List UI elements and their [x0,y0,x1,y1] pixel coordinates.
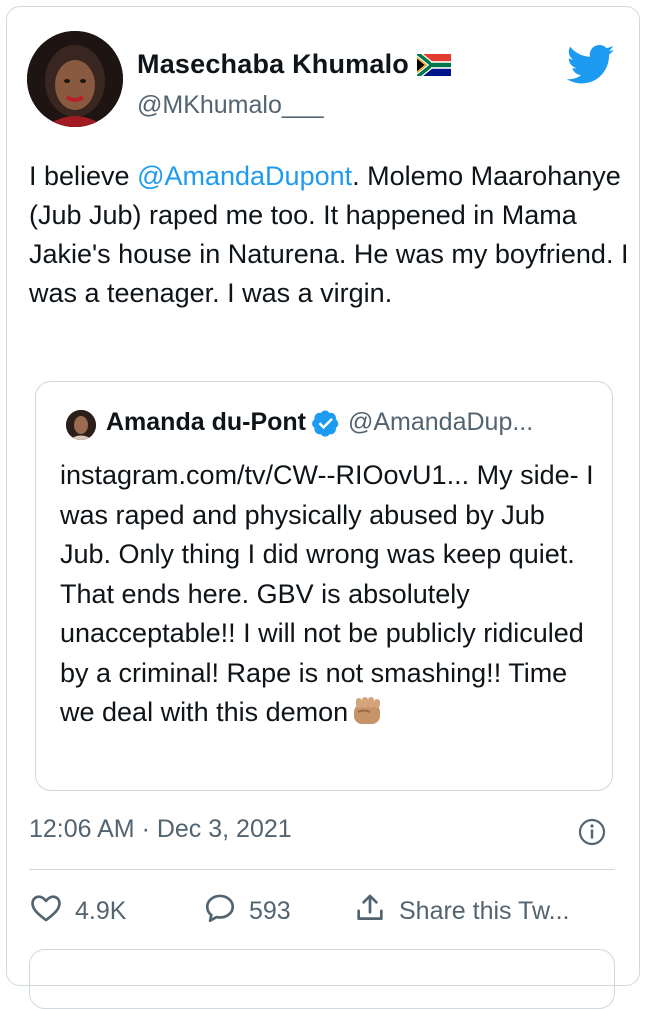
author-handle[interactable]: @MKhumalo___ [137,91,324,120]
quoted-author-handle[interactable]: @AmandaDup... [348,408,533,437]
quoted-author-avatar[interactable] [66,410,96,440]
heart-icon [29,891,75,932]
author-name-row: Masechaba Khumalo [137,49,451,80]
author-name[interactable]: Masechaba Khumalo [137,49,409,80]
read-replies-box[interactable] [29,949,615,1009]
quoted-text-body: instagram.com/tv/CW--RIOovU1... My side-… [60,460,594,727]
tweet-card: Masechaba Khumalo @MKhumalo___ I believe… [6,6,641,1009]
mention-link[interactable]: @AmandaDupont [137,161,352,191]
quoted-author-name[interactable]: Amanda du-Pont [106,408,306,437]
verified-badge-icon [312,409,340,437]
twitter-bird-icon[interactable] [566,45,615,85]
share-icon [353,891,399,932]
like-count: 4.9K [75,896,127,925]
like-button[interactable]: 4.9K [29,887,126,935]
divider [29,869,615,870]
south-africa-flag-icon [415,50,451,79]
reply-button[interactable]: 593 [203,887,291,935]
quoted-tweet[interactable]: Amanda du-Pont @AmandaDup... instagram.c… [35,381,613,791]
reply-count: 593 [249,896,291,925]
share-button[interactable]: Share this Tw... [353,887,569,935]
share-label: Share this Tw... [399,896,570,925]
raised-fist-medium-skin-tone-icon [350,696,384,726]
tweet-timestamp[interactable]: 12:06 AM · Dec 3, 2021 [29,815,292,844]
action-bar: 4.9K 593 Share this Tw... [7,887,641,939]
tweet-text-start: I believe [29,161,138,191]
info-icon[interactable] [578,818,606,846]
comment-icon [203,891,249,932]
quoted-header: Amanda du-Pont @AmandaDup... [106,408,533,437]
tweet-text: I believe @AmandaDupont. Molemo Maarohan… [29,157,629,313]
author-avatar[interactable] [27,31,123,127]
quoted-tweet-text: instagram.com/tv/CW--RIOovU1... My side-… [60,456,600,733]
